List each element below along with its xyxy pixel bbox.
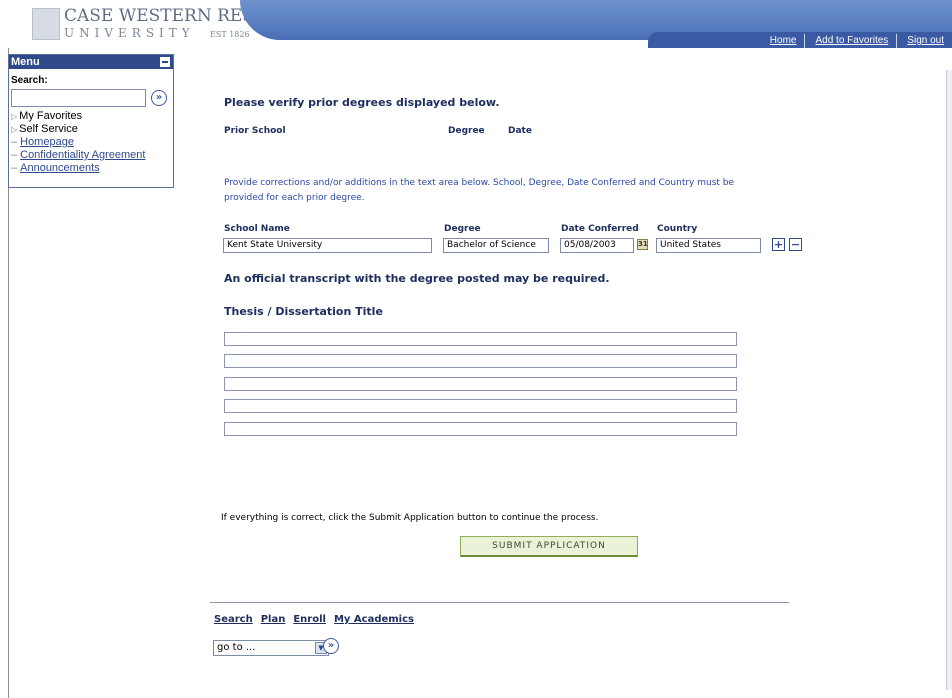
submit-application-button[interactable]: Submit Application bbox=[460, 536, 638, 557]
country-field[interactable]: United States bbox=[656, 238, 761, 253]
date-conferred-header: Date Conferred bbox=[561, 224, 639, 234]
thesis-line-2[interactable] bbox=[224, 354, 737, 368]
thesis-line-5[interactable] bbox=[224, 422, 737, 436]
school-name-field[interactable]: Kent State University bbox=[223, 238, 432, 253]
remove-row-icon[interactable]: − bbox=[789, 238, 802, 251]
submit-instruction: If everything is correct, click the Subm… bbox=[221, 513, 599, 523]
main-content: Please verify prior degrees displayed be… bbox=[0, 0, 944, 698]
goto-select-value: go to ... bbox=[217, 642, 256, 653]
degree-field[interactable]: Bachelor of Science bbox=[443, 238, 549, 253]
thesis-line-1[interactable] bbox=[224, 332, 737, 346]
country-header: Country bbox=[657, 224, 698, 234]
school-name-header: School Name bbox=[224, 224, 290, 234]
add-row-icon[interactable]: + bbox=[772, 238, 785, 251]
thesis-line-4[interactable] bbox=[224, 399, 737, 413]
footer-plan-link[interactable]: Plan bbox=[261, 614, 286, 625]
footer-search-link[interactable]: Search bbox=[214, 614, 253, 625]
degree-header: Degree bbox=[444, 224, 481, 234]
prior-degree-header: Degree bbox=[448, 126, 485, 136]
goto-go-icon[interactable]: » bbox=[323, 638, 339, 654]
footer-links: Search Plan Enroll My Academics bbox=[214, 614, 414, 625]
prior-date-header: Date bbox=[508, 126, 532, 136]
footer-my-academics-link[interactable]: My Academics bbox=[334, 614, 414, 625]
calendar-icon[interactable]: 31 bbox=[637, 239, 648, 250]
official-transcript-note: An official transcript with the degree p… bbox=[224, 272, 610, 285]
footer-enroll-link[interactable]: Enroll bbox=[293, 614, 326, 625]
corrections-note: Provide corrections and/or additions in … bbox=[224, 178, 735, 203]
verify-title: Please verify prior degrees displayed be… bbox=[224, 96, 500, 109]
goto-select[interactable]: go to ... ▼ bbox=[213, 640, 329, 656]
footer-divider bbox=[210, 602, 789, 603]
prior-school-header: Prior School bbox=[224, 126, 286, 136]
vertical-scrollbar[interactable] bbox=[946, 70, 952, 690]
thesis-line-3[interactable] bbox=[224, 377, 737, 391]
date-conferred-field[interactable]: 05/08/2003 bbox=[560, 238, 634, 253]
thesis-title-label: Thesis / Dissertation Title bbox=[224, 305, 383, 318]
